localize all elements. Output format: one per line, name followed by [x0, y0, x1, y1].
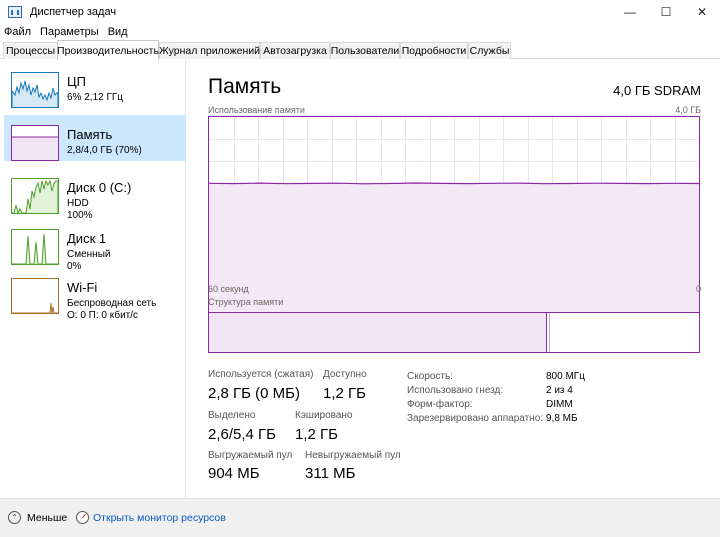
- graph-time-right: 0: [695, 284, 701, 294]
- tab-services[interactable]: Службы: [468, 42, 511, 59]
- chevron-up-icon[interactable]: ⌃: [8, 511, 21, 524]
- sidebar-disk0-name: Диск 0 (C:): [67, 180, 132, 195]
- task-manager-icon: [8, 6, 22, 18]
- hardware-reserved-label: Зарезервировано аппаратно:: [407, 413, 544, 424]
- sidebar-wifi-throughput: О: 0 П: 0 кбит/с: [67, 310, 139, 321]
- sidebar-item-memory[interactable]: Память 2,8/4,0 ГБ (70%): [4, 115, 186, 161]
- minimize-button[interactable]: —: [612, 0, 648, 24]
- graph-time-left: 60 секунд: [208, 284, 249, 294]
- tab-app-history[interactable]: Журнал приложений: [159, 42, 260, 59]
- sidebar-memory-usage: 2,8/4,0 ГБ (70%): [67, 145, 142, 156]
- cached-value: 1,2 ГБ: [295, 426, 338, 443]
- sidebar-disk1-name: Диск 1: [67, 231, 107, 246]
- memory-usage-line: [208, 182, 700, 185]
- sidebar-cpu-usage: 6% 2,12 ГГц: [67, 92, 124, 103]
- sidebar-cpu-name: ЦП: [67, 74, 86, 89]
- footer-bar: ⌃ Меньше Открыть монитор ресурсов: [0, 498, 720, 537]
- form-factor-label: Форм-фактор:: [407, 399, 473, 410]
- available-label: Доступно: [323, 369, 367, 380]
- resource-sidebar: ЦП 6% 2,12 ГГц Память 2,8/4,0 ГБ (70%) Д…: [0, 60, 186, 498]
- sidebar-item-wifi[interactable]: Wi-Fi Беспроводная сеть О: 0 П: 0 кбит/с: [4, 268, 186, 321]
- sidebar-item-disk0[interactable]: Диск 0 (C:) HDD 100%: [4, 168, 186, 221]
- menu-file[interactable]: Файл: [4, 26, 31, 38]
- tab-details[interactable]: Подробности: [400, 42, 468, 59]
- page-title: Память: [208, 75, 282, 98]
- hardware-reserved-value: 9,8 МБ: [546, 413, 578, 424]
- disk1-thumbnail-graph: [11, 229, 59, 265]
- available-value: 1,2 ГБ: [323, 385, 366, 402]
- sidebar-disk0-type: HDD: [67, 198, 89, 209]
- paged-pool-label: Выгружаемый пул: [208, 450, 293, 461]
- in-use-label: Используется (сжатая): [208, 369, 314, 380]
- paged-pool-value: 904 МБ: [208, 465, 260, 482]
- speed-value: 800 МГц: [546, 371, 585, 382]
- nonpaged-pool-label: Невыгружаемый пул: [305, 450, 401, 461]
- menu-options[interactable]: Параметры: [40, 26, 99, 38]
- form-factor-value: DIMM: [546, 399, 573, 410]
- nonpaged-pool-value: 311 МБ: [305, 465, 356, 482]
- usage-graph-max: 4,0 ГБ: [675, 105, 701, 115]
- sidebar-disk1-type: Сменный: [67, 249, 111, 260]
- menu-bar: Файл Параметры Вид: [0, 24, 720, 40]
- tab-users[interactable]: Пользователи: [330, 42, 400, 59]
- tab-startup[interactable]: Автозагрузка: [260, 42, 330, 59]
- resource-monitor-icon: [76, 511, 89, 524]
- sidebar-item-disk1[interactable]: Диск 1 Сменный 0%: [4, 219, 186, 272]
- close-button[interactable]: ✕: [684, 0, 720, 24]
- open-resource-monitor-link[interactable]: Открыть монитор ресурсов: [93, 512, 226, 524]
- wifi-sparkline: [12, 302, 58, 314]
- menu-view[interactable]: Вид: [108, 26, 128, 38]
- memory-composition-bar: [208, 312, 700, 353]
- cpu-thumbnail-graph: [11, 72, 59, 108]
- window-title: Диспетчер задач: [30, 6, 117, 18]
- cached-label: Кэшировано: [295, 410, 353, 421]
- fewer-details-button[interactable]: Меньше: [27, 512, 67, 524]
- maximize-button[interactable]: ☐: [648, 0, 684, 24]
- sidebar-wifi-name: Wi-Fi: [67, 280, 98, 295]
- disk0-thumbnail-graph: [11, 178, 59, 215]
- memory-spec: 4,0 ГБ SDRAM: [613, 83, 701, 98]
- cpu-sparkline: [11, 80, 59, 107]
- sidebar-wifi-type: Беспроводная сеть: [67, 298, 157, 309]
- tab-processes[interactable]: Процессы: [3, 42, 58, 59]
- tab-performance[interactable]: Производительность: [57, 40, 159, 60]
- slots-label: Использовано гнезд:: [407, 385, 504, 396]
- memory-sparkline: [12, 136, 58, 160]
- memory-panel: Память 4,0 ГБ SDRAM Использование памяти…: [187, 60, 720, 498]
- composition-in-use: [209, 313, 547, 352]
- committed-value: 2,6/5,4 ГБ: [208, 426, 277, 443]
- wifi-thumbnail-graph: [11, 278, 59, 314]
- committed-label: Выделено: [208, 410, 256, 421]
- composition-label: Структура памяти: [208, 297, 284, 307]
- disk0-sparkline: [12, 179, 59, 215]
- slots-value: 2 из 4: [546, 385, 573, 396]
- title-bar: Диспетчер задач — ☐ ✕: [0, 0, 720, 24]
- composition-modified: [547, 313, 550, 352]
- usage-graph-label: Использование памяти: [208, 105, 305, 115]
- disk1-sparkline: [12, 233, 58, 265]
- speed-label: Скорость:: [407, 371, 453, 382]
- tab-strip: Процессы Производительность Журнал прило…: [0, 40, 720, 60]
- sidebar-item-cpu[interactable]: ЦП 6% 2,12 ГГц: [4, 62, 186, 108]
- sidebar-memory-name: Память: [67, 127, 113, 142]
- in-use-value: 2,8 ГБ (0 МБ): [208, 385, 300, 402]
- memory-thumbnail-graph: [11, 125, 59, 161]
